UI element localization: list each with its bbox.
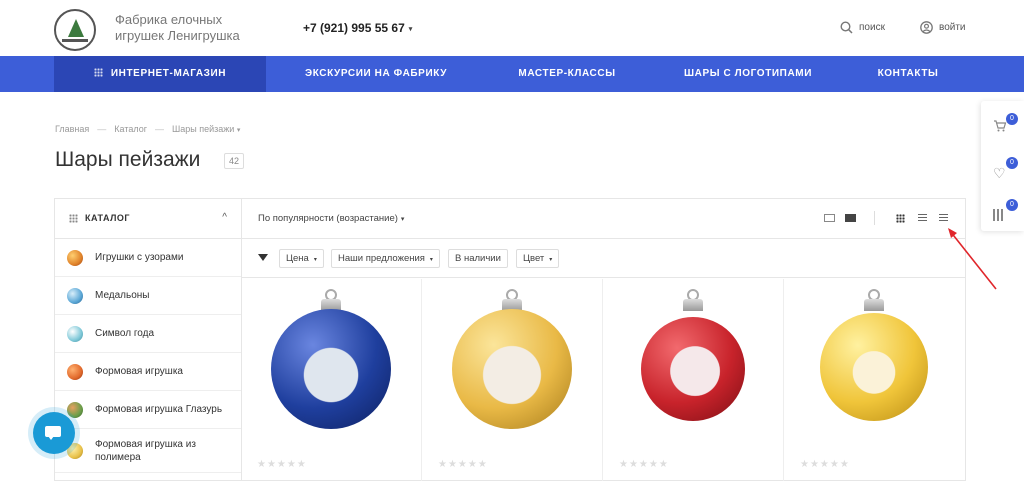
login-label: войти [939,22,966,33]
compare-icon [993,209,1005,221]
site-logo[interactable] [54,9,96,51]
nav-item-shop[interactable]: ИНТЕРНЕТ-МАГАЗИН [54,56,266,92]
chevron-down-icon: ▾ [236,127,241,134]
grid-icon [69,214,78,223]
breadcrumb-catalog[interactable]: Каталог [114,124,147,134]
sidebar-item-molded[interactable]: Формовая игрушка [55,353,241,391]
breadcrumb-current[interactable]: Шары пейзажи ▾ [172,124,240,134]
grid-icon [93,68,103,77]
ornament-icon [67,363,83,380]
sidebar-item-patterns[interactable]: Игрушки с узорами [55,239,241,277]
ornament-icon [67,401,83,418]
catalog-header[interactable]: КАТАЛОГ ^ [55,199,241,239]
sidebar-item-medallions[interactable]: Медальоны [55,277,241,315]
brand-name[interactable]: Фабрика елочных игрушек Ленигрушка [115,12,265,44]
main-nav: ИНТЕРНЕТ-МАГАЗИН ЭКСКУРСИИ НА ФАБРИКУ МА… [0,56,1024,92]
nav-item-masterclasses[interactable]: МАСТЕР-КЛАССЫ [505,56,629,92]
sort-bar: По популярности (возрастание) ▾ [241,199,965,239]
login-button[interactable]: войти [920,21,966,34]
favorites-count-badge: 0 [1006,157,1018,169]
filter-price[interactable]: Цена ▾ [279,249,324,268]
chevron-down-icon: ▾ [313,257,317,263]
rating-stars: ★★★★★ [438,459,488,470]
user-icon [920,21,933,34]
ornament-icon [67,325,83,342]
chevron-down-icon: ▾ [429,257,433,263]
catalog-sidebar: КАТАЛОГ ^ Игрушки с узорами Медальоны Си… [54,198,242,481]
product-image[interactable] [641,317,745,421]
product-card[interactable]: ★★★★★ [784,279,965,481]
tree-icon [68,19,84,37]
product-grid: ★★★★★ ★★★★★ ★★★★★ ★★★★★ [241,279,966,481]
sidebar-item-year-symbol[interactable]: Символ года [55,315,241,353]
annotation-arrow-icon [948,228,997,290]
nav-item-logo-balls[interactable]: ШАРЫ С ЛОГОТИПАМИ [672,56,824,92]
view-list-icon[interactable] [918,214,927,223]
chevron-down-icon: ▾ [408,25,413,33]
sidebar-item-molded-polymer[interactable]: Формовая игрушка из полимера [55,429,241,473]
nav-item-excursions[interactable]: ЭКСКУРСИИ НА ФАБРИКУ [290,56,462,92]
chevron-down-icon: ▾ [400,216,405,223]
breadcrumb-home[interactable]: Главная [55,124,89,134]
product-count-badge: 42 [224,153,245,169]
nav-item-contacts[interactable]: КОНТАКТЫ [864,56,952,92]
product-panel: По популярности (возрастание) ▾ Цена ▾ Наш… [241,198,966,481]
rating-stars: ★★★★★ [257,459,307,470]
view-large-icon[interactable] [845,214,856,222]
product-card[interactable]: ★★★★★ [241,279,422,481]
product-image[interactable] [271,309,391,429]
search-label: поиск [859,22,885,33]
heart-icon: ♡ [993,165,1006,181]
chat-widget-button[interactable] [33,412,75,454]
cart-count-badge: 0 [1006,113,1018,125]
site-header: Фабрика елочных игрушек Ленигрушка +7 (9… [0,0,1024,56]
compare-button[interactable]: 0 [993,199,1018,225]
ornament-icon [67,287,83,304]
floating-actions-panel: 0 ♡ 0 0 [981,101,1024,231]
phone-dropdown[interactable]: +7 (921) 995 55 67 ▾ [303,21,412,35]
filter-in-stock[interactable]: В наличии [448,249,508,268]
cart-icon [994,120,1007,132]
rating-stars: ★★★★★ [619,459,669,470]
sidebar-item-molded-glaze[interactable]: Формовая игрушка Глазурь [55,391,241,429]
chevron-up-icon: ^ [222,212,227,223]
chat-icon [45,426,61,440]
search-button[interactable]: поиск [840,21,885,34]
product-card[interactable]: ★★★★★ [603,279,784,481]
chevron-down-icon: ▾ [549,257,553,263]
rating-stars: ★★★★★ [800,459,850,470]
filter-bar: Цена ▾ Наши предложения ▾ В наличии Цвет ▾ [241,239,965,278]
filter-color[interactable]: Цвет ▾ [516,249,560,268]
product-image[interactable] [820,313,928,421]
view-table-icon[interactable] [939,214,948,223]
cart-button[interactable]: 0 [993,113,1018,139]
view-compact-icon[interactable] [824,214,835,222]
favorites-button[interactable]: ♡ 0 [993,157,1018,183]
filter-offers[interactable]: Наши предложения ▾ [331,249,440,268]
view-grid-icon[interactable] [896,214,905,223]
sort-dropdown[interactable]: По популярности (возрастание) ▾ [258,213,404,224]
compare-count-badge: 0 [1006,199,1018,211]
ornament-icon [67,249,83,266]
product-card[interactable]: ★★★★★ [422,279,603,481]
phone-number: +7 (921) 995 55 67 [303,21,405,35]
page-title: Шары пейзажи [55,148,201,171]
search-icon [840,21,853,34]
filter-icon[interactable] [258,254,268,261]
breadcrumb: Главная — Каталог — Шары пейзажи ▾ [55,124,241,134]
product-image[interactable] [452,309,572,429]
